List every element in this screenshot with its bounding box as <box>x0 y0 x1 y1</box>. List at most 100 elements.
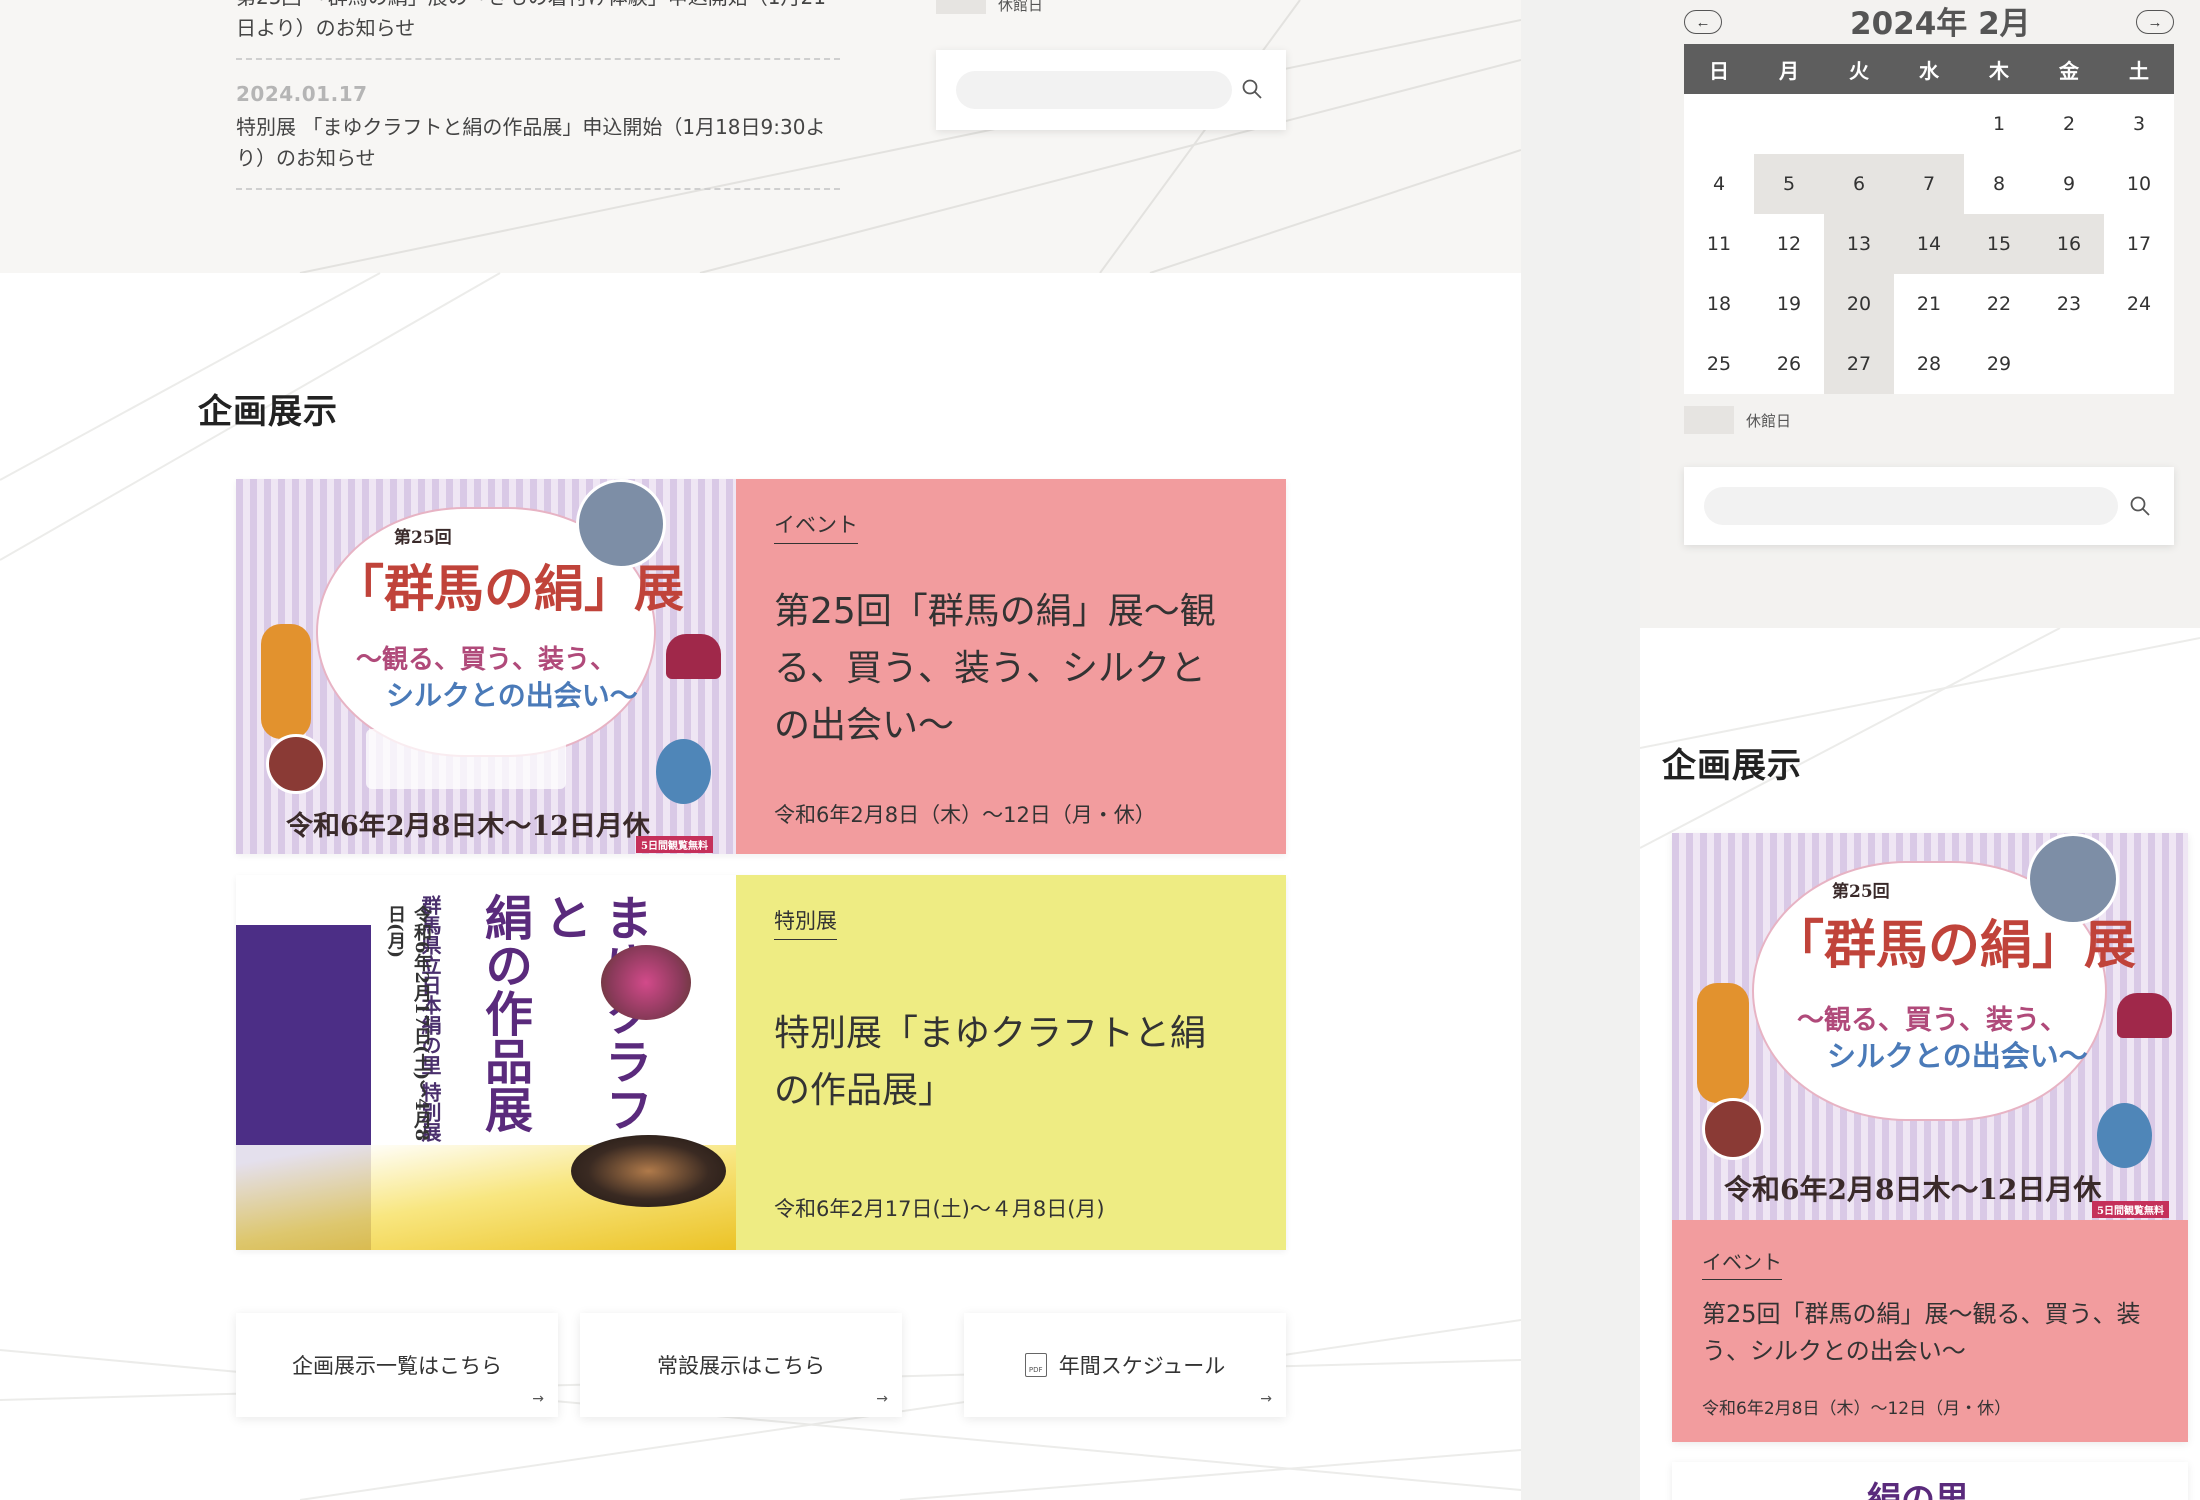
calendar-body: 1 2 3 4 5 6 7 8 9 10 11 12 13 14 15 16 17 18 19 20 21 22 23 24 2… <box>1684 94 2174 394</box>
permanent-exhibition-button[interactable]: 常設展示はこちら → <box>580 1313 902 1417</box>
search-input[interactable] <box>956 71 1232 109</box>
exhibition-poster-image[interactable]: 群馬県立日本絹の里 特別展 まゆクラフトと 絹の作品展 令和6年2月17日(土)… <box>236 875 736 1250</box>
calendar-next-button[interactable]: → <box>2136 10 2174 34</box>
search-icon[interactable] <box>1241 78 1263 100</box>
calendar-day: 14 <box>1894 214 1964 274</box>
sidebar-exhibition-card-2[interactable]: 絹の里 <box>1672 1462 2188 1500</box>
search-box <box>1684 467 2174 545</box>
section-heading-exhibitions: 企画展示 <box>198 392 338 432</box>
calendar-week-row: 11 12 13 14 15 16 17 <box>1684 214 2174 274</box>
calendar-day: 1 <box>1964 94 2034 154</box>
exhibitions-list-button[interactable]: 企画展示一覧はこちら → <box>236 1313 558 1417</box>
scarf-photo <box>261 624 311 739</box>
calendar-day: 18 <box>1684 274 1754 334</box>
poster-edition: 第25回 <box>1832 882 1890 902</box>
exhibition-date: 令和6年2月17日(土)〜４月8日(月) <box>774 1197 1105 1221</box>
calendar-day: 20 <box>1824 274 1894 334</box>
exhibition-date: 令和6年2月8日（木）〜12日（月・休） <box>774 803 1156 827</box>
scarf-photo <box>1697 983 1749 1103</box>
calendar-day: 10 <box>2104 154 2174 214</box>
calendar-day: 2 <box>2034 94 2104 154</box>
poster-dates: 令和6年2月8日木〜12日月休 <box>1724 1173 2102 1206</box>
calendar-day: 3 <box>2104 94 2174 154</box>
calendar-day: 5 <box>1754 154 1824 214</box>
closed-day-label: 休館日 <box>1746 411 1792 430</box>
calendar-day: 16 <box>2034 214 2104 274</box>
calendar-day: 22 <box>1964 274 2034 334</box>
sidebar-exhibition-card[interactable]: 第25回 「群馬の絹」展 〜観る、買う、装う、 シルクとの出会い〜 令和6年2月… <box>1672 833 2188 1442</box>
annual-schedule-button[interactable]: PDF 年間スケジュール → <box>964 1313 1286 1417</box>
bear-photo <box>2097 1103 2152 1168</box>
search-icon[interactable] <box>2129 495 2151 517</box>
exhibition-card-body[interactable]: 特別展 特別展「まゆクラフトと絹の作品展」 令和6年2月17日(土)〜４月8日(… <box>736 875 1286 1250</box>
poster-subtitle-1: 〜観る、買う、装う、 <box>1797 1005 2067 1036</box>
exhibition-title[interactable]: 特別展「まゆクラフトと絹の作品展」 <box>774 1005 1234 1119</box>
news-title[interactable]: 第25回 「群馬の絹」展の「きもの着付け体験」申込開始（1月21日より）のお知ら… <box>236 0 840 44</box>
calendar-day: 6 <box>1824 154 1894 214</box>
calendar-day: 11 <box>1684 214 1754 274</box>
news-title[interactable]: 特別展 「まゆクラフトと絹の作品展」申込開始（1月18日9:30より）のお知らせ <box>236 112 840 174</box>
category-tag[interactable]: 特別展 <box>774 905 837 940</box>
poster-title-peek: 絹の里 <box>1867 1480 1969 1500</box>
closed-day-legend: 休館日 <box>936 0 1043 15</box>
calendar-section: ← 2024年 2月 → 日 月 火 水 木 金 土 1 2 3 4 5 6 7 8 9 10 11… <box>1640 0 2200 628</box>
calendar-empty-cell <box>1824 94 1894 154</box>
calendar-empty-cell <box>1684 94 1754 154</box>
calendar-prev-button[interactable]: ← <box>1684 10 1722 34</box>
calendar-day: 27 <box>1824 334 1894 394</box>
arrow-right-icon: → <box>532 1391 544 1407</box>
kimono-photo <box>576 479 666 569</box>
exhibition-card-body[interactable]: イベント 第25回「群馬の絹」展〜観る、買う、装う、シルクとの出会い〜 令和6年… <box>736 479 1286 854</box>
calendar-day: 29 <box>1964 334 2034 394</box>
calendar-table: 日 月 火 水 木 金 土 1 2 3 4 5 6 7 8 9 10 11 12 13 14 15 16 17 1… <box>1684 44 2174 394</box>
calendar-empty-cell <box>1894 94 1964 154</box>
calendar-day: 25 <box>1684 334 1754 394</box>
category-tag[interactable]: イベント <box>1702 1246 1782 1280</box>
weekday-sun: 日 <box>1684 44 1754 94</box>
exhibition-title[interactable]: 第25回「群馬の絹」展〜観る、買う、装う、シルクとの出会い〜 <box>774 583 1234 754</box>
poster-subtitle-2: シルクとの出会い〜 <box>386 679 638 712</box>
calendar-week-row: 25 26 27 28 29 <box>1684 334 2174 394</box>
news-date: 2024.01.17 <box>236 82 368 106</box>
news-item[interactable]: 2024.01.17 特別展 「まゆクラフトと絹の作品展」申込開始（1月18日9… <box>236 80 840 190</box>
calendar-empty-cell <box>2104 334 2174 394</box>
calendar-title: 2024年 2月 <box>1850 6 2031 42</box>
calendar-weekday-row: 日 月 火 水 木 金 土 <box>1684 44 2174 94</box>
calendar-week-row: 18 19 20 21 22 23 24 <box>1684 274 2174 334</box>
exhibition-card[interactable]: 群馬県立日本絹の里 特別展 まゆクラフトと 絹の作品展 令和6年2月17日(土)… <box>236 875 1286 1250</box>
poster-subtitle-2: シルクとの出会い〜 <box>1827 1039 2088 1073</box>
search-input[interactable] <box>1704 487 2118 525</box>
calendar-week-row: 123 <box>1684 94 2174 154</box>
category-tag[interactable]: イベント <box>774 509 858 544</box>
section-heading-exhibitions: 企画展示 <box>1662 746 1802 786</box>
figure-photo <box>1702 1098 1764 1160</box>
calendar-empty-cell <box>2034 334 2104 394</box>
poster-dates: 令和6年2月8日木〜12日月休 <box>286 811 650 842</box>
calendar-week-row: 4 5 6 7 8 9 10 <box>1684 154 2174 214</box>
calendar-day: 17 <box>2104 214 2174 274</box>
poster-dates: 令和6年2月17日(土)〜4月8日(月) <box>385 905 432 1142</box>
calendar-day: 12 <box>1754 214 1824 274</box>
sidebar-card-body[interactable]: イベント 第25回「群馬の絹」展〜観る、買う、装う、シルクとの出会い〜 令和6年… <box>1672 1220 2188 1442</box>
poster-note: 5日間観覧無料 <box>636 836 713 853</box>
calendar-day: 19 <box>1754 274 1824 334</box>
button-label: 企画展示一覧はこちら <box>292 1354 502 1378</box>
exhibition-title[interactable]: 第25回「群馬の絹」展〜観る、買う、装う、シルクとの出会い〜 <box>1702 1296 2172 1370</box>
poster-title-line-2: 絹の作品展 <box>476 893 532 1133</box>
news-item[interactable]: 第25回 「群馬の絹」展の「きもの着付け体験」申込開始（1月21日より）のお知ら… <box>236 0 840 60</box>
arrow-right-icon: → <box>876 1391 888 1407</box>
flower-basket-photo <box>601 945 691 1020</box>
weekday-wed: 水 <box>1894 44 1964 94</box>
weekday-fri: 金 <box>2034 44 2104 94</box>
exhibition-poster-image[interactable]: 第25回 「群馬の絹」展 〜観る、買う、装う、 シルクとの出会い〜 令和6年2月… <box>1672 833 2188 1220</box>
calendar-day: 23 <box>2034 274 2104 334</box>
hat-photo <box>2117 993 2172 1038</box>
button-label: 年間スケジュール <box>1058 1354 1226 1378</box>
calendar-day: 15 <box>1964 214 2034 274</box>
calendar-day: 28 <box>1894 334 1964 394</box>
calendar-legend: 休館日 <box>1684 406 1791 434</box>
button-label: 常設展示はこちら <box>657 1354 825 1378</box>
exhibition-card[interactable]: 第25回 「群馬の絹」展 〜観る、買う、装う、 シルクとの出会い〜 令和6年2月… <box>236 479 1286 854</box>
exhibition-poster-image[interactable]: 第25回 「群馬の絹」展 〜観る、買う、装う、 シルクとの出会い〜 令和6年2月… <box>236 479 736 854</box>
closed-day-swatch <box>1684 406 1734 434</box>
